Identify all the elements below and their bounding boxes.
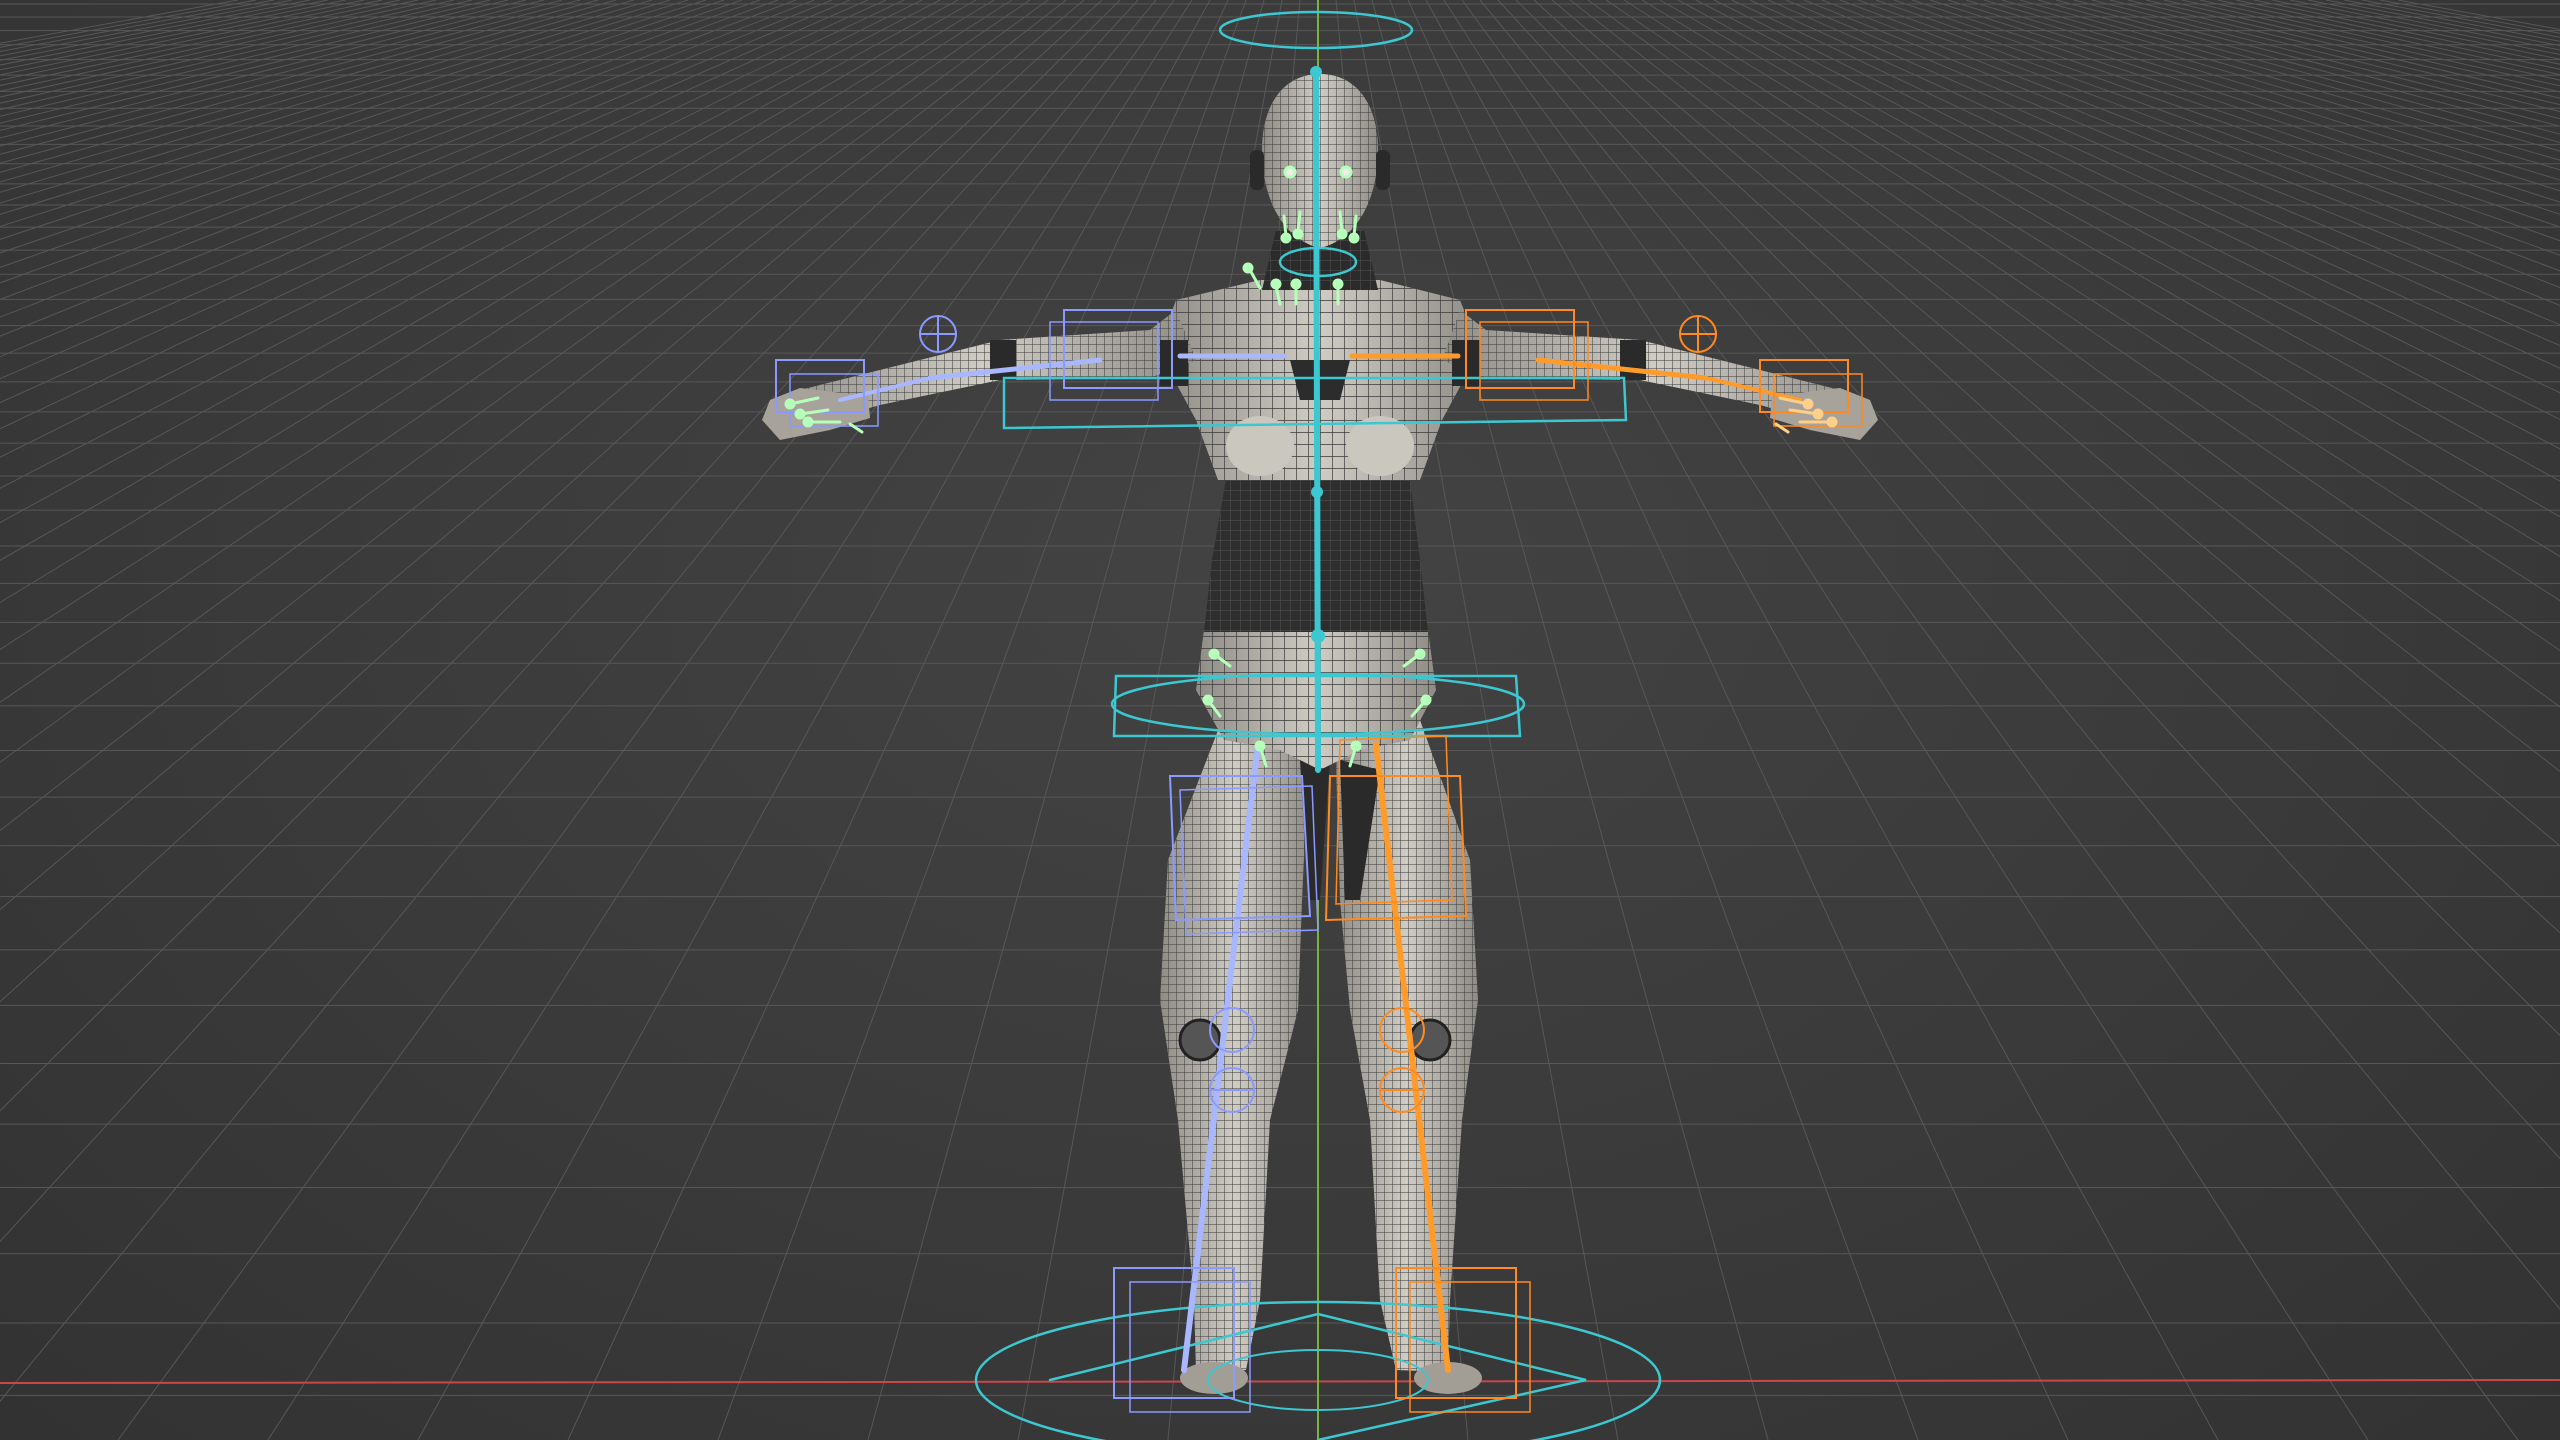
- 3d-viewport[interactable]: [0, 0, 2560, 1440]
- pole-target-icon[interactable]: [919, 315, 957, 353]
- right-elbow-pole-icon[interactable]: [1679, 315, 1717, 353]
- spine-bone[interactable]: [1313, 69, 1321, 773]
- left-ear-piece: [1250, 150, 1264, 190]
- right-knee-joint: [1408, 1018, 1452, 1062]
- left-knee-joint: [1178, 1018, 1222, 1062]
- viewport-canvas: [0, 0, 2560, 1440]
- right-ear-piece: [1376, 150, 1390, 190]
- x-axis-line: [0, 1379, 2560, 1384]
